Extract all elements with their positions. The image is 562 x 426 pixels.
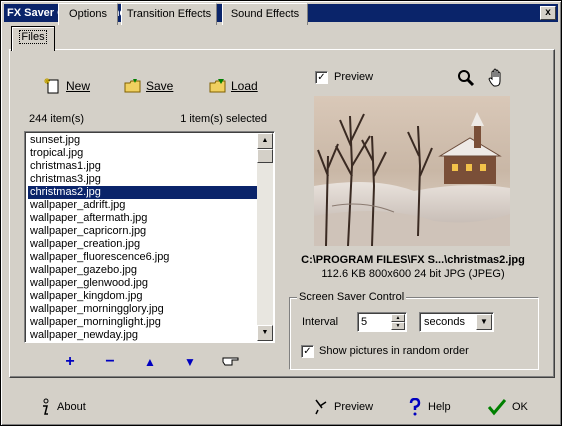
dropdown-arrow-icon[interactable]: ▼ — [476, 314, 492, 330]
list-item[interactable]: tropical.jpg — [28, 147, 257, 160]
new-button[interactable]: New — [44, 75, 90, 97]
move-down-button[interactable]: ▼ — [182, 354, 198, 370]
about-button[interactable]: About — [39, 397, 86, 417]
list-item[interactable]: christmas1.jpg — [28, 160, 257, 173]
tab-transition-effects[interactable]: Transition Effects — [121, 3, 217, 25]
list-item[interactable]: christmas2.jpg — [27, 185, 258, 200]
selected-count: 1 item(s) selected — [180, 113, 267, 125]
app-window: FX Saver Control Panel x Transition Effe… — [0, 0, 562, 426]
scroll-down-button[interactable]: ▼ — [257, 325, 273, 341]
add-item-button[interactable]: + — [62, 354, 78, 370]
interval-up-button[interactable]: ▲ — [391, 314, 405, 322]
list-item[interactable]: wallpaper_morninglight.jpg — [28, 316, 257, 329]
list-scrollbar[interactable]: ▲ ▼ — [257, 133, 273, 341]
close-button[interactable]: x — [540, 6, 556, 20]
interval-unit-select[interactable]: seconds ▼ — [419, 312, 494, 332]
random-order-checkbox[interactable]: ✓ — [301, 345, 314, 358]
new-file-icon — [44, 78, 62, 94]
ok-button[interactable]: OK — [488, 397, 528, 417]
help-icon — [409, 398, 421, 416]
list-item[interactable]: wallpaper_capricorn.jpg — [28, 225, 257, 238]
list-item[interactable]: wallpaper_creation.jpg — [28, 238, 257, 251]
help-button[interactable]: Help — [408, 397, 451, 417]
save-folder-icon — [124, 78, 142, 94]
load-folder-icon — [209, 78, 227, 94]
tab-options[interactable]: Options — [58, 3, 118, 25]
list-item[interactable]: wallpaper_glenwood.jpg — [28, 277, 257, 290]
info-icon — [43, 398, 49, 415]
list-item[interactable]: wallpaper_morningglory.jpg — [28, 303, 257, 316]
file-list-items: sunset.jpg tropical.jpg christmas1.jpg chri… — [27, 134, 258, 342]
screensaver-group — [289, 297, 539, 370]
about-label: About — [57, 401, 86, 413]
checkmark-icon — [488, 399, 506, 416]
help-label: Help — [428, 401, 451, 413]
move-up-button[interactable]: ▲ — [142, 354, 158, 370]
file-list[interactable]: sunset.jpg tropical.jpg christmas1.jpg chri… — [24, 131, 275, 343]
scroll-up-button[interactable]: ▲ — [257, 133, 273, 149]
pointing-hand-button[interactable] — [222, 354, 239, 370]
load-button[interactable]: Load — [209, 75, 258, 97]
pan-button[interactable] — [488, 68, 506, 91]
list-item[interactable]: christmas3.jpg — [28, 173, 257, 186]
random-order-label: Show pictures in random order — [319, 345, 469, 357]
interval-value: 5 — [361, 316, 368, 328]
interval-unit-value: seconds — [424, 316, 465, 328]
preview-hand-icon — [315, 399, 327, 415]
remove-item-button[interactable]: − — [102, 354, 118, 370]
preview-image — [314, 96, 510, 246]
pointing-hand-icon — [222, 357, 239, 366]
scroll-thumb[interactable] — [257, 149, 273, 163]
preview-filename: C:\PROGRAM FILES\FX S...\christmas2.jpg — [301, 254, 525, 266]
list-item[interactable]: wallpaper_newday.jpg — [28, 329, 257, 342]
footer-preview-button[interactable]: Preview — [314, 397, 373, 417]
tab-sound-effects[interactable]: Sound Effects — [222, 3, 308, 25]
load-label: Load — [231, 79, 258, 93]
list-item[interactable]: wallpaper_fluorescence6.jpg — [28, 251, 257, 264]
ok-label: OK — [512, 401, 528, 413]
list-item[interactable]: sunset.jpg — [28, 134, 257, 147]
list-item[interactable]: wallpaper_aftermath.jpg — [28, 212, 257, 225]
list-item[interactable]: wallpaper_adrift.jpg — [28, 199, 257, 212]
hand-icon — [488, 68, 501, 87]
preview-checkbox[interactable]: ✓ — [315, 71, 328, 84]
preview-fileinfo: 112.6 KB 800x600 24 bit JPG (JPEG) — [321, 268, 505, 280]
item-count: 244 item(s) — [29, 113, 85, 125]
list-item[interactable]: wallpaper_kingdom.jpg — [28, 290, 257, 303]
save-label: Save — [146, 79, 174, 93]
magnifier-icon — [458, 70, 475, 87]
interval-label: Interval — [302, 316, 339, 328]
screensaver-group-label: Screen Saver Control — [297, 291, 407, 303]
zoom-button[interactable] — [457, 69, 475, 90]
new-label: New — [66, 79, 91, 93]
footer-preview-label: Preview — [334, 401, 374, 413]
interval-stepper[interactable]: 5 ▲ ▼ — [357, 312, 407, 332]
tab-files[interactable]: Files — [11, 26, 55, 51]
interval-down-button[interactable]: ▼ — [391, 322, 405, 330]
list-item[interactable]: wallpaper_gazebo.jpg — [28, 264, 257, 277]
save-button[interactable]: Save — [124, 75, 173, 97]
preview-label: Preview — [334, 71, 374, 83]
